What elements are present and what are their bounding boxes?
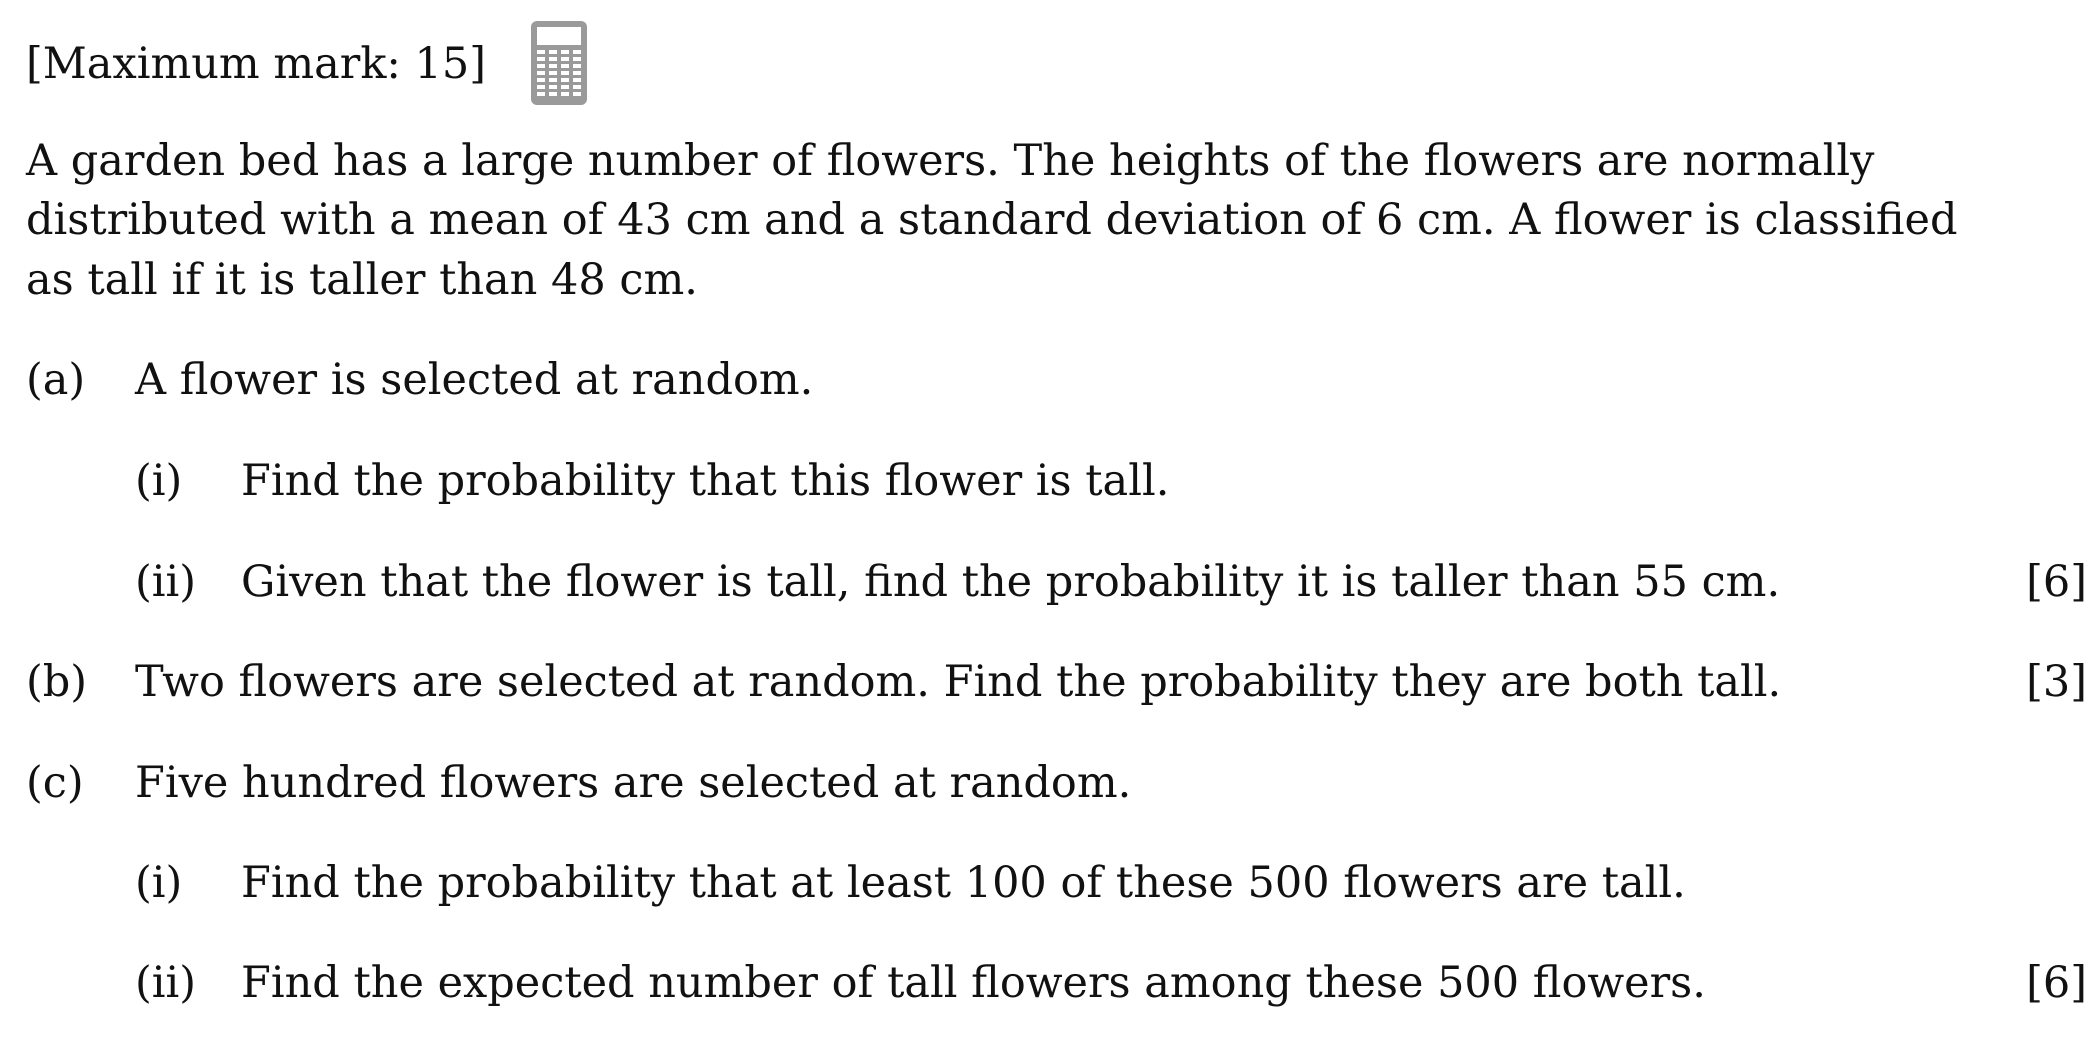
part-a-label: (a) <box>26 355 86 405</box>
exam-question: [Maximum mark: 15] A garden bed has a la… <box>0 0 2099 1045</box>
part-a-ii-text: Given that the flower is tall, find the … <box>241 557 1781 607</box>
calculator-icon <box>531 21 587 105</box>
part-a-ii-label: (ii) <box>135 557 197 607</box>
part-c-text: Five hundred flowers are selected at ran… <box>135 758 1132 808</box>
intro-line-2: distributed with a mean of 43 cm and a s… <box>26 195 1958 245</box>
intro-line-1: A garden bed has a large number of flowe… <box>26 136 1875 186</box>
part-b-marks: [3] <box>2026 657 2087 707</box>
part-a-marks: [6] <box>2026 557 2087 607</box>
part-c-ii-text: Find the expected number of tall flowers… <box>241 958 1706 1008</box>
maximum-mark: [Maximum mark: 15] <box>26 39 487 89</box>
part-b-text: Two flowers are selected at random. Find… <box>135 657 1782 707</box>
part-a-text: A flower is selected at random. <box>135 355 814 405</box>
intro-line-3: as tall if it is taller than 48 cm. <box>26 255 698 305</box>
part-a-i-label: (i) <box>135 456 183 506</box>
part-b-label: (b) <box>26 657 88 707</box>
part-a-i-text: Find the probability that this flower is… <box>241 456 1170 506</box>
part-c-i-label: (i) <box>135 858 183 908</box>
part-c-i-text: Find the probability that at least 100 o… <box>241 858 1686 908</box>
part-c-marks: [6] <box>2026 958 2087 1008</box>
part-c-label: (c) <box>26 758 84 808</box>
part-c-ii-label: (ii) <box>135 958 197 1008</box>
